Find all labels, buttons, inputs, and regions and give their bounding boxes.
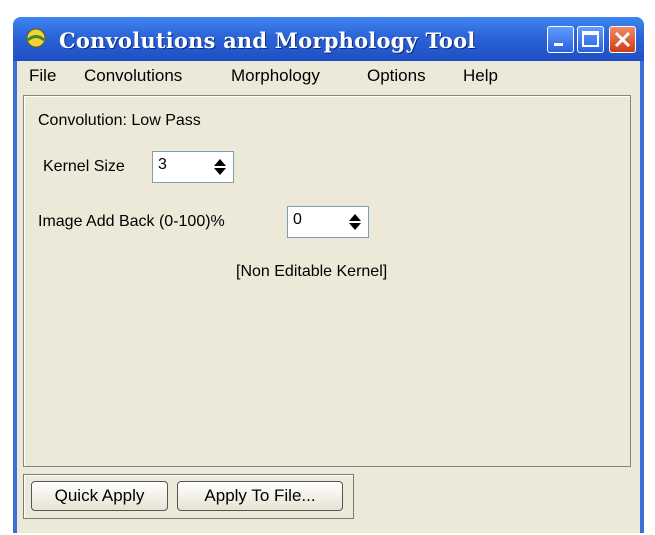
maximize-icon [582,31,599,47]
kernel-size-label: Kernel Size [43,158,125,175]
kernel-note: [Non Editable Kernel] [236,263,388,280]
menu-bar: File Convolutions Morphology Options Hel… [17,61,640,90]
close-icon [614,31,631,48]
window-title: Convolutions and Morphology Tool [59,28,476,53]
minimize-icon [554,43,563,46]
menu-convolutions[interactable]: Convolutions [84,66,182,86]
maximize-button[interactable] [577,26,604,53]
action-button-group: Quick Apply Apply To File... [23,474,354,519]
app-icon [26,28,46,48]
add-back-label: Image Add Back (0-100)% [38,213,225,230]
settings-panel: Convolution: Low Pass Kernel Size 3 Imag… [23,95,631,467]
add-back-value: 0 [293,211,302,228]
convolution-label: Convolution: Low Pass [38,112,201,129]
add-back-spinner[interactable]: 0 [287,206,369,238]
minimize-button[interactable] [547,26,574,53]
quick-apply-button[interactable]: Quick Apply [31,481,168,511]
app-window: Convolutions and Morphology Tool File Co… [13,17,644,533]
spin-arrows-icon[interactable] [348,213,362,231]
menu-help[interactable]: Help [463,66,498,86]
apply-to-file-button[interactable]: Apply To File... [177,481,343,511]
title-bar[interactable]: Convolutions and Morphology Tool [13,17,644,61]
menu-morphology[interactable]: Morphology [231,66,320,86]
kernel-size-spinner[interactable]: 3 [152,151,234,183]
menu-options[interactable]: Options [367,66,426,86]
close-button[interactable] [609,26,636,53]
spin-arrows-icon[interactable] [213,158,227,176]
kernel-size-value: 3 [158,156,167,173]
menu-file[interactable]: File [29,66,56,86]
dialog-body: Convolution: Low Pass Kernel Size 3 Imag… [17,90,640,533]
